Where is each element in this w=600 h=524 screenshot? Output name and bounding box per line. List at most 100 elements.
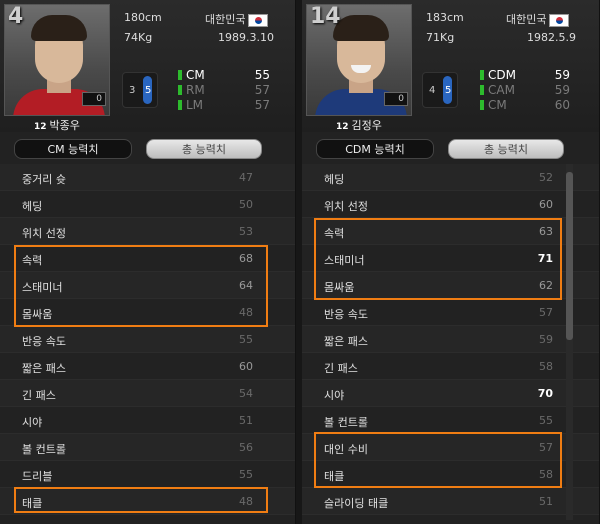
stat-row: 위치 선정 53 (0, 218, 295, 245)
stat-name: 반응 속도 (324, 308, 368, 321)
position-indicator (178, 85, 182, 95)
stat-row: 반응 속도 57 (302, 299, 599, 326)
korea-flag-icon (248, 13, 269, 27)
stat-tabs: CM 능력치 총 능력치 (14, 139, 264, 159)
stat-value: 56 (239, 441, 253, 454)
position-label: CM (186, 68, 205, 82)
stat-value: 52 (539, 171, 553, 184)
stat-name: 볼 컨트롤 (22, 443, 66, 456)
stat-row: 위치 선정 60 (302, 191, 599, 218)
overall-badge: 0 (384, 92, 408, 106)
stat-name: 드리블 (22, 470, 53, 483)
position-value: 59 (554, 68, 570, 82)
stat-value: 55 (239, 333, 253, 346)
stat-name: 시야 (22, 416, 43, 429)
weight: 71Kg (426, 31, 455, 44)
name-text: 박종우 (49, 119, 80, 132)
country: 대한민국 (506, 11, 570, 27)
highlight-box (14, 245, 268, 327)
stat-value: 60 (539, 198, 553, 211)
birthdate: 1989.3.10 (218, 31, 274, 44)
position-value: 59 (554, 83, 570, 97)
height: 183cm (426, 11, 464, 24)
stat-name: 헤딩 (22, 200, 43, 213)
stat-row: 반응 속도 55 (0, 326, 295, 353)
stat-value: 55 (539, 414, 553, 427)
stat-row: 긴 패스 58 (302, 353, 599, 380)
stat-row: 짧은 패스 59 (302, 326, 599, 353)
stat-name: 긴 패스 (324, 362, 358, 375)
highlight-box (14, 487, 268, 513)
stat-value: 51 (539, 495, 553, 508)
foot-rating: 3 5 (122, 72, 158, 108)
stat-row: 헤딩 52 (302, 164, 599, 191)
position-value: 55 (254, 68, 270, 82)
position-value: 57 (254, 98, 270, 112)
position-label: CDM (488, 68, 516, 82)
stat-name: 시야 (324, 389, 345, 402)
position-row: CM 55 (178, 68, 270, 83)
height: 180cm (124, 11, 162, 24)
weight: 74Kg (124, 31, 153, 44)
stat-row: 볼 컨트롤 55 (302, 407, 599, 434)
name-text: 김정우 (351, 119, 382, 132)
player-card: 14 0 12 김정우 183cm 대한민국 71Kg 1982.5.9 4 5 … (302, 0, 599, 132)
position-ratings: CM 55 RM 57 LM 57 (178, 68, 270, 113)
position-value: 57 (254, 83, 270, 97)
stat-name: 슬라이딩 태클 (324, 497, 389, 510)
jersey-number: 4 (8, 4, 24, 29)
stat-row: 긴 패스 54 (0, 380, 295, 407)
stat-value: 50 (239, 198, 253, 211)
jersey-number: 14 (310, 4, 341, 29)
stat-value: 53 (239, 225, 253, 238)
stat-name: 볼 컨트롤 (324, 416, 368, 429)
position-label: LM (186, 98, 204, 112)
position-row: RM 57 (178, 83, 270, 98)
tab-total-stats[interactable]: 총 능력치 (448, 139, 564, 159)
position-row: LM 57 (178, 98, 270, 113)
position-row: CDM 59 (480, 68, 570, 83)
stat-row: 헤딩 50 (0, 191, 295, 218)
stat-value: 55 (239, 468, 253, 481)
highlight-box (314, 218, 562, 300)
position-label: CAM (488, 83, 515, 97)
korea-flag-icon (549, 13, 570, 27)
stat-value: 51 (239, 414, 253, 427)
country: 대한민국 (205, 11, 269, 27)
stat-value: 59 (539, 333, 553, 346)
position-value: 60 (554, 98, 570, 112)
stat-list: 중거리 슛 47 헤딩 50 위치 선정 53 속력 68 스태미너 64 몸싸움 48 반응 속도 55… (0, 164, 295, 515)
highlight-box (314, 432, 562, 488)
birthdate: 1982.5.9 (527, 31, 576, 44)
position-row: CM 60 (480, 98, 570, 113)
stat-value: 60 (239, 360, 253, 373)
stat-row: 중거리 슛 47 (0, 164, 295, 191)
position-ratings: CDM 59 CAM 59 CM 60 (480, 68, 570, 113)
overall-badge: 0 (82, 92, 106, 106)
stat-name: 반응 속도 (22, 335, 66, 348)
stat-name: 위치 선정 (22, 227, 66, 240)
stat-name: 짧은 패스 (22, 362, 66, 375)
stat-tabs: CDM 능력치 총 능력치 (316, 139, 566, 159)
player-name: 12 김정우 (336, 117, 382, 133)
stat-row: 슬라이딩 태클 51 (302, 488, 599, 515)
position-indicator (480, 85, 484, 95)
position-indicator (480, 70, 484, 80)
shirt-number: 12 (336, 122, 349, 132)
stat-row: 짧은 패스 60 (0, 353, 295, 380)
stat-row: 시야 70 (302, 380, 599, 407)
stat-row: 볼 컨트롤 56 (0, 434, 295, 461)
position-indicator (178, 70, 182, 80)
stat-value: 54 (239, 387, 253, 400)
stat-value: 70 (537, 387, 553, 400)
stat-name: 헤딩 (324, 173, 345, 186)
tab-position-stats[interactable]: CDM 능력치 (316, 139, 434, 159)
tab-total-stats[interactable]: 총 능력치 (146, 139, 262, 159)
scrollbar-thumb[interactable] (566, 172, 573, 340)
position-row: CAM 59 (480, 83, 570, 98)
position-label: CM (488, 98, 507, 112)
stat-name: 중거리 슛 (22, 173, 66, 186)
position-label: RM (186, 83, 205, 97)
stat-row: 시야 51 (0, 407, 295, 434)
tab-position-stats[interactable]: CM 능력치 (14, 139, 132, 159)
